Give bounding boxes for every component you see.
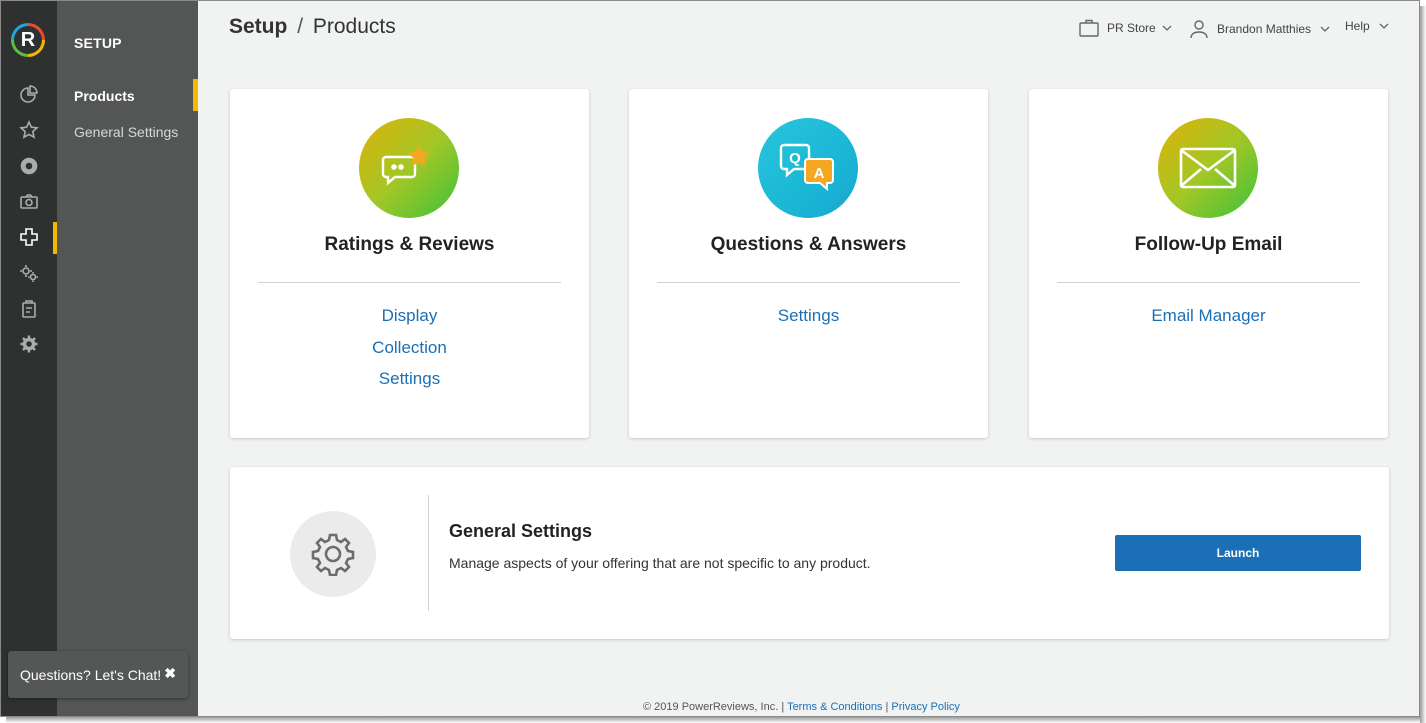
logo-letter: R	[14, 26, 42, 54]
divider	[1057, 282, 1360, 283]
qa-bubbles-icon: Q A	[758, 118, 858, 218]
icon-rail: R	[1, 1, 57, 716]
collection-link[interactable]: Collection	[230, 337, 589, 369]
general-settings-panel: General Settings Manage aspects of your …	[230, 467, 1389, 639]
chat-widget[interactable]: Questions? Let's Chat! ✖	[8, 651, 188, 698]
briefcase-icon	[1079, 19, 1099, 37]
subnav-title: SETUP	[74, 35, 122, 51]
breadcrumb-separator: /	[297, 15, 304, 38]
powerreviews-logo[interactable]: R	[11, 23, 45, 57]
plus-icon[interactable]	[16, 224, 42, 250]
divider	[657, 282, 960, 283]
clipboard-icon[interactable]	[16, 296, 42, 322]
privacy-link[interactable]: Privacy Policy	[891, 701, 959, 713]
store-selector[interactable]: PR Store	[1079, 19, 1172, 37]
chevron-down-icon	[1379, 23, 1389, 29]
chevron-down-icon	[1162, 25, 1172, 31]
user-menu[interactable]: Brandon Matthies	[1189, 19, 1330, 39]
settings-link[interactable]: Settings	[230, 368, 589, 400]
svg-text:Q: Q	[789, 150, 801, 167]
gear-icon[interactable]	[16, 331, 42, 357]
launch-button[interactable]: Launch	[1115, 535, 1361, 571]
gears-icon[interactable]	[16, 260, 42, 286]
divider	[428, 495, 429, 611]
general-settings-description: Manage aspects of your offering that are…	[449, 555, 871, 571]
help-menu[interactable]: Help	[1345, 19, 1389, 33]
user-icon	[1190, 20, 1208, 39]
svg-text:A: A	[814, 165, 825, 182]
star-icon[interactable]	[16, 117, 42, 143]
breadcrumb: Setup / Products	[229, 15, 396, 39]
breadcrumb-current: Products	[312, 15, 396, 38]
footer: © 2019 PowerReviews, Inc. | Terms & Cond…	[643, 701, 960, 713]
chevron-down-icon	[1320, 26, 1330, 32]
card-title: Ratings & Reviews	[324, 234, 495, 255]
gear-icon	[290, 511, 376, 597]
camera-icon[interactable]	[16, 188, 42, 214]
email-manager-link[interactable]: Email Manager	[1029, 305, 1388, 337]
breadcrumb-root[interactable]: Setup	[229, 15, 287, 38]
app-window: R SETUP Products General Settings Setup …	[0, 0, 1420, 717]
follow-up-email-card: Follow-Up Email Email Manager	[1029, 89, 1388, 438]
subnav-item-products[interactable]: Products	[74, 88, 135, 104]
questions-answers-card: Q A Questions & Answers Settings	[629, 89, 988, 438]
terms-link[interactable]: Terms & Conditions	[787, 701, 882, 713]
envelope-icon	[1158, 118, 1258, 218]
setup-subnav: SETUP Products General Settings	[57, 1, 198, 716]
store-name: PR Store	[1107, 21, 1156, 35]
chat-label[interactable]: Questions? Let's Chat!	[20, 667, 161, 683]
subnav-item-general-settings[interactable]: General Settings	[74, 124, 178, 140]
divider	[258, 282, 561, 283]
reviews-chat-star-icon	[359, 118, 459, 218]
card-title: Questions & Answers	[710, 234, 907, 255]
user-name: Brandon Matthies	[1217, 22, 1312, 36]
disc-icon[interactable]	[16, 153, 42, 179]
window-shadow	[1420, 6, 1426, 723]
window-shadow	[6, 717, 1426, 723]
settings-link[interactable]: Settings	[629, 305, 988, 337]
subnav-active-indicator	[193, 79, 198, 111]
help-label: Help	[1345, 19, 1370, 33]
copyright-text: © 2019 PowerReviews, Inc. |	[643, 701, 785, 713]
general-settings-title: General Settings	[449, 521, 593, 541]
display-link[interactable]: Display	[230, 305, 589, 337]
pie-chart-icon[interactable]	[16, 82, 42, 108]
card-title: Follow-Up Email	[1134, 234, 1283, 255]
footer-separator: |	[885, 701, 889, 713]
close-icon[interactable]: ✖	[164, 665, 176, 682]
ratings-reviews-card: Ratings & Reviews Display Collection Set…	[230, 89, 589, 438]
